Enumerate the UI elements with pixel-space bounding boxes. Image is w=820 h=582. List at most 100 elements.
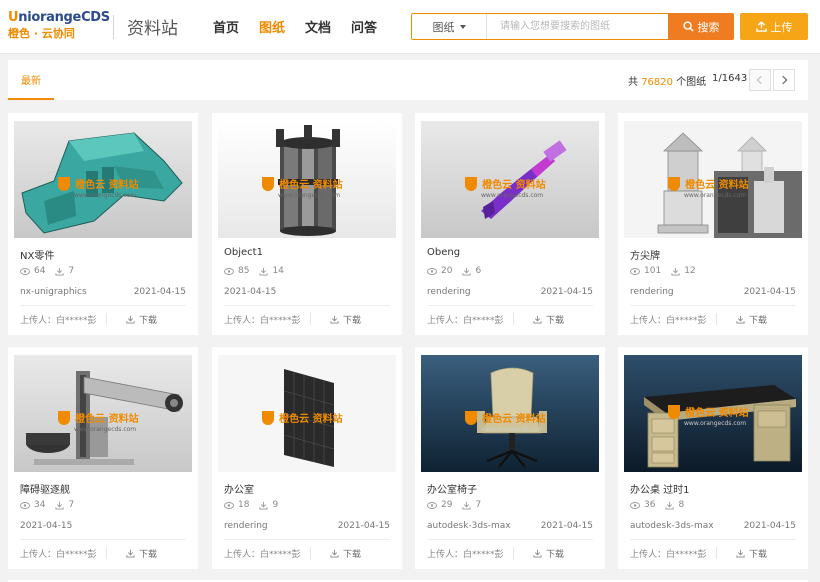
drawing-card[interactable]: 橙色云 资料站 www.orangecds.com 方尖牌 101 12 ren…	[618, 113, 808, 335]
drawing-thumbnail[interactable]: 橙色云 资料站 www.orangecds.com	[421, 355, 599, 472]
download-count: 9	[259, 500, 278, 510]
upload-button[interactable]: 上传	[740, 13, 808, 40]
drawing-title[interactable]: 办公室椅子	[427, 481, 477, 496]
caret-down-icon	[459, 24, 466, 29]
uploader-name: 白*****彭	[260, 316, 301, 326]
drawing-date: 2021-04-15	[540, 287, 593, 297]
drawing-title[interactable]: 办公室	[224, 481, 254, 496]
total-prefix: 共	[628, 77, 638, 88]
download-count-value: 14	[272, 266, 284, 276]
watermark: 橙色云 资料站 www.orangecds.com	[668, 401, 749, 427]
drawing-date: 2021-04-15	[743, 521, 796, 531]
drawing-title[interactable]: Object1	[224, 247, 263, 258]
download-button[interactable]: 下载	[126, 547, 157, 560]
search-button-label: 搜索	[697, 20, 720, 34]
drawing-card[interactable]: 橙色云 资料站 www.orangecds.com Object1 85 14 …	[212, 113, 402, 335]
drawing-card[interactable]: 橙色云 资料站 www.orangecds.com Obeng 20 6 ren…	[415, 113, 605, 335]
search-category-select[interactable]: 图纸	[412, 14, 487, 39]
uploader-label: 上传人：	[20, 550, 57, 560]
drawing-title[interactable]: 方尖牌	[630, 247, 660, 262]
download-icon	[462, 501, 472, 510]
nav-item-home[interactable]: 首页	[213, 17, 239, 36]
view-count: 85	[224, 266, 249, 276]
download-label: 下载	[139, 316, 158, 326]
view-count: 20	[427, 266, 452, 276]
download-icon	[126, 315, 135, 324]
drawing-title[interactable]: 障碍驱逐舰	[20, 481, 70, 496]
drawing-thumbnail[interactable]: 橙色云 资料站 www.orangecds.com	[624, 355, 802, 472]
drawing-category[interactable]: rendering	[630, 287, 674, 297]
eye-icon	[20, 267, 30, 275]
download-label: 下载	[749, 316, 768, 326]
download-icon	[259, 501, 269, 510]
drawing-title[interactable]: 办公桌 过时1	[630, 481, 690, 496]
view-count-value: 18	[238, 500, 250, 510]
logo-u: U	[8, 10, 19, 25]
download-count: 6	[462, 266, 481, 276]
download-button[interactable]: 下载	[126, 313, 157, 326]
drawing-card[interactable]: 橙色云 资料站 www.orangecds.com 障碍驱逐舰 34 7 202…	[8, 347, 198, 569]
nav-item-documents[interactable]: 文档	[305, 17, 331, 36]
card-divider	[630, 539, 796, 540]
next-page-button[interactable]	[773, 69, 795, 91]
drawing-category[interactable]: autodesk-3ds-max	[427, 521, 511, 531]
drawing-thumbnail[interactable]: 橙色云 资料站 www.orangecds.com	[218, 121, 396, 238]
download-icon	[736, 315, 745, 324]
download-button[interactable]: 下载	[330, 547, 361, 560]
drawing-category[interactable]: nx-unigraphics	[20, 287, 87, 297]
upload-icon	[755, 21, 767, 32]
page-info: 1/1643	[712, 73, 748, 84]
uploader-name: 白*****彭	[463, 316, 504, 326]
search-button[interactable]: 搜索	[668, 13, 734, 40]
download-button[interactable]: 下载	[736, 547, 767, 560]
drawing-uploader: 上传人：白*****彭	[224, 547, 301, 560]
download-count: 7	[55, 266, 74, 276]
drawing-thumbnail[interactable]: 橙色云 资料站 www.orangecds.com	[14, 121, 192, 238]
drawing-thumbnail[interactable]: 橙色云 资料站 www.orangecds.com	[421, 121, 599, 238]
download-button[interactable]: 下载	[330, 313, 361, 326]
view-count-value: 64	[34, 266, 46, 276]
download-icon	[330, 549, 339, 558]
drawing-title[interactable]: NX零件	[20, 247, 54, 262]
nav-item-drawings[interactable]: 图纸	[259, 17, 285, 36]
drawing-uploader: 上传人：白*****彭	[20, 313, 97, 326]
drawing-card[interactable]: 橙色云 资料站 www.orangecds.com 办公桌 过时1 36 8 a…	[618, 347, 808, 569]
view-count-value: 85	[238, 266, 250, 276]
drawing-card[interactable]: 橙色云 资料站 www.orangecds.com NX零件 64 7 nx-u…	[8, 113, 198, 335]
logo-text: niorangeCDS	[18, 10, 110, 25]
download-icon	[126, 549, 135, 558]
drawing-stats: 20 6	[427, 266, 481, 276]
download-button[interactable]: 下载	[533, 313, 564, 326]
watermark-url: www.orangecds.com	[481, 426, 544, 433]
drawing-category[interactable]: autodesk-3ds-max	[630, 521, 714, 531]
download-count-value: 7	[68, 266, 75, 276]
view-count: 18	[224, 500, 249, 510]
card-divider	[427, 539, 593, 540]
drawing-uploader: 上传人：白*****彭	[630, 313, 707, 326]
drawing-card[interactable]: 橙色云 资料站 www.orangecds.com 办公室椅子 29 7 aut…	[415, 347, 605, 569]
drawing-title[interactable]: Obeng	[427, 247, 460, 258]
download-button[interactable]: 下载	[533, 547, 564, 560]
nav-item-qa[interactable]: 问答	[351, 17, 377, 36]
uploader-label: 上传人：	[427, 316, 464, 326]
drawing-thumbnail[interactable]: 橙色云 资料站 www.orangecds.com	[624, 121, 802, 238]
search-icon	[682, 21, 694, 32]
drawing-category[interactable]: rendering	[224, 521, 268, 531]
prev-page-button[interactable]	[749, 69, 771, 91]
card-separator	[106, 547, 107, 559]
search-input[interactable]	[500, 14, 665, 39]
brand-logo[interactable]: UniorangeCDS 橙色 · 云协同	[8, 10, 110, 41]
logo-divider	[113, 15, 114, 39]
drawing-category[interactable]: rendering	[427, 287, 471, 297]
tab-latest[interactable]: 最新	[8, 60, 54, 100]
total-suffix: 个图纸	[676, 77, 707, 88]
watermark-text: 橙色云 资料站	[75, 414, 139, 425]
drawing-thumbnail[interactable]: 橙色云 资料站 www.orangecds.com	[14, 355, 192, 472]
drawing-card[interactable]: 橙色云 资料站 办公室 18 9 rendering 2021-04-15 上传…	[212, 347, 402, 569]
drawing-thumbnail[interactable]: 橙色云 资料站	[218, 355, 396, 472]
watermark: 橙色云 资料站 www.orangecds.com	[58, 407, 139, 433]
watermark-text: 橙色云 资料站	[685, 408, 749, 419]
download-count: 14	[259, 266, 284, 276]
total-number: 76820	[641, 77, 673, 88]
download-button[interactable]: 下载	[736, 313, 767, 326]
